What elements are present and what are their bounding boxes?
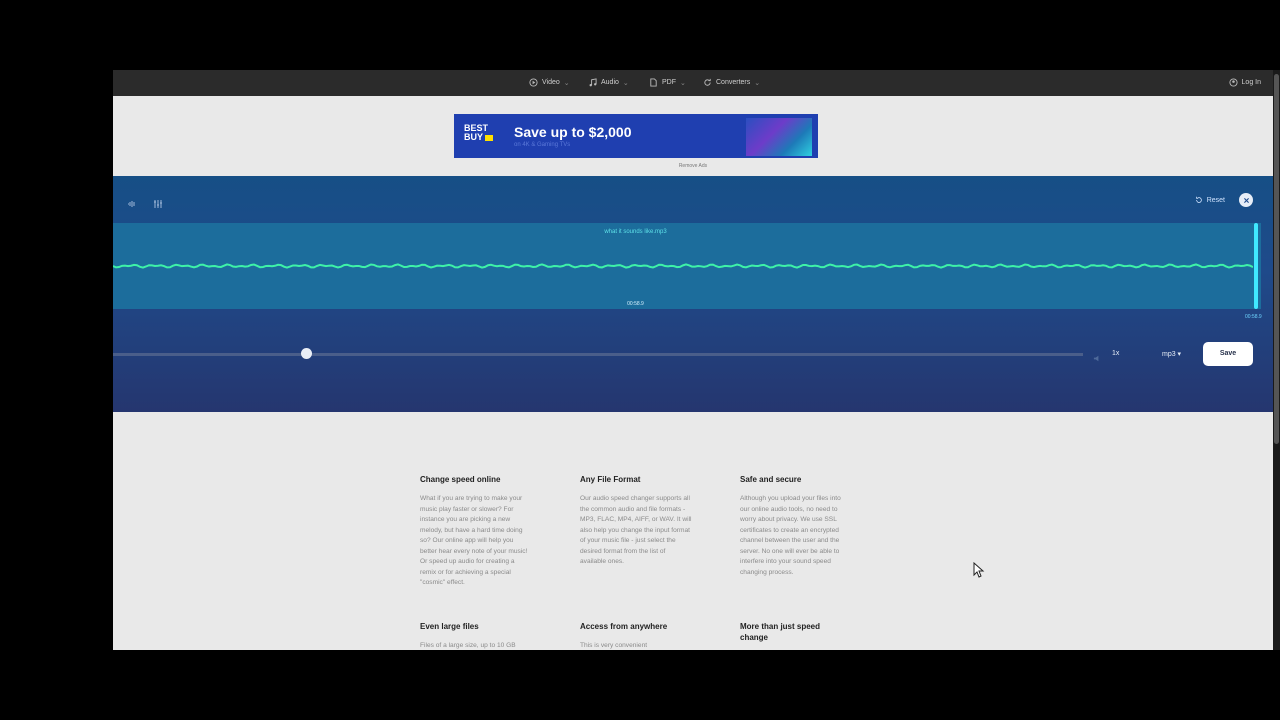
feature-title: Any File Format [580,475,641,484]
nav-item-label: Video [542,79,560,86]
waveform-view-button[interactable] [127,196,137,214]
feature-more-than-speed: More than just speed change [740,621,830,650]
nav-item-pdf[interactable]: PDF ⌄ [649,78,686,87]
feature-safe-secure: Safe and secure Although you upload your… [740,474,852,578]
trim-end-handle[interactable] [1254,223,1258,309]
ad-subline: on 4K & Gaming TVs [514,142,571,148]
reset-icon [1195,196,1202,203]
feature-large-files: Even large files Files of a large size, … [420,621,532,650]
volume-icon[interactable] [1093,350,1102,368]
close-button[interactable] [1239,193,1253,207]
ad-image [746,118,812,156]
nav-item-label: PDF [662,79,676,86]
nav-item-converters[interactable]: Converters ⌄ [703,78,760,87]
feature-title: Change speed online [420,475,501,484]
play-icon [529,78,538,87]
nav-item-label: Converters [716,79,751,86]
browser-page: Video ⌄ Audio ⌄ PDF ⌄ Converters ⌄ Log In BE… [113,70,1273,650]
end-time-label: 00:58.9 [1245,314,1262,320]
top-navigation: Video ⌄ Audio ⌄ PDF ⌄ Converters ⌄ Log In [113,70,1273,96]
playhead-time: 00:58.9 [627,301,644,307]
feature-body: Although you upload your files into our … [740,495,841,576]
login-label: Log In [1241,79,1261,86]
feature-title: More than just speed change [740,622,821,642]
page-scrollbar[interactable] [1273,70,1280,650]
feature-body: Our audio speed changer supports all the… [580,495,692,565]
music-note-icon [589,78,597,87]
refresh-icon [704,78,711,86]
feature-access-anywhere: Access from anywhere This is very conven… [580,621,692,650]
reset-button[interactable]: Reset [1195,196,1225,204]
waveform-icon [128,201,135,207]
feature-title: Access from anywhere [580,622,668,631]
feature-body: Files of a large size, up to 10 GB [420,642,516,649]
nav-item-audio[interactable]: Audio ⌄ [588,78,629,87]
close-icon [1243,197,1249,203]
advertisement-banner[interactable]: BEST BUY Save up to $2,000 on 4K & Gamin… [454,114,818,158]
waveform-line [113,263,1253,269]
login-link[interactable]: Log In [1228,78,1261,87]
remove-ads-link[interactable]: Remove Ads [113,163,1273,169]
waveform [113,263,1253,269]
ad-brand-logo: BEST BUY [464,124,498,150]
feature-title: Even large files [420,622,479,631]
user-icon [1228,78,1238,87]
document-icon [650,78,657,87]
scrollbar-thumb[interactable] [1274,74,1279,444]
waveform-track[interactable]: what it sounds like.mp3 00:58.9 [113,223,1261,309]
mouse-cursor-icon [973,562,985,578]
reset-label: Reset [1206,196,1225,204]
feature-file-format: Any File Format Our audio speed changer … [580,474,692,568]
feature-body: This is very convenient [580,642,648,649]
nav-item-label: Audio [601,79,619,86]
feature-change-speed: Change speed online What if you are tryi… [420,474,532,589]
feature-title: Safe and secure [740,475,802,484]
save-button[interactable]: Save [1203,342,1253,366]
ad-headline: Save up to $2,000 [514,124,632,140]
equalizer-icon [154,200,162,208]
audio-editor-panel: Reset what it sounds like.mp3 00:58.9 [113,176,1273,412]
equalizer-button[interactable] [153,196,163,214]
speed-label[interactable]: 1x [1112,350,1119,357]
track-filename: what it sounds like.mp3 [604,229,667,235]
feature-body: What if you are trying to make your musi… [420,495,528,586]
nav-item-video[interactable]: Video ⌄ [529,78,570,87]
editor-toolbar [127,196,163,214]
speed-slider-knob[interactable] [301,348,312,359]
speed-slider-track[interactable] [113,353,1083,356]
format-select[interactable]: mp3 ▾ [1162,350,1181,358]
